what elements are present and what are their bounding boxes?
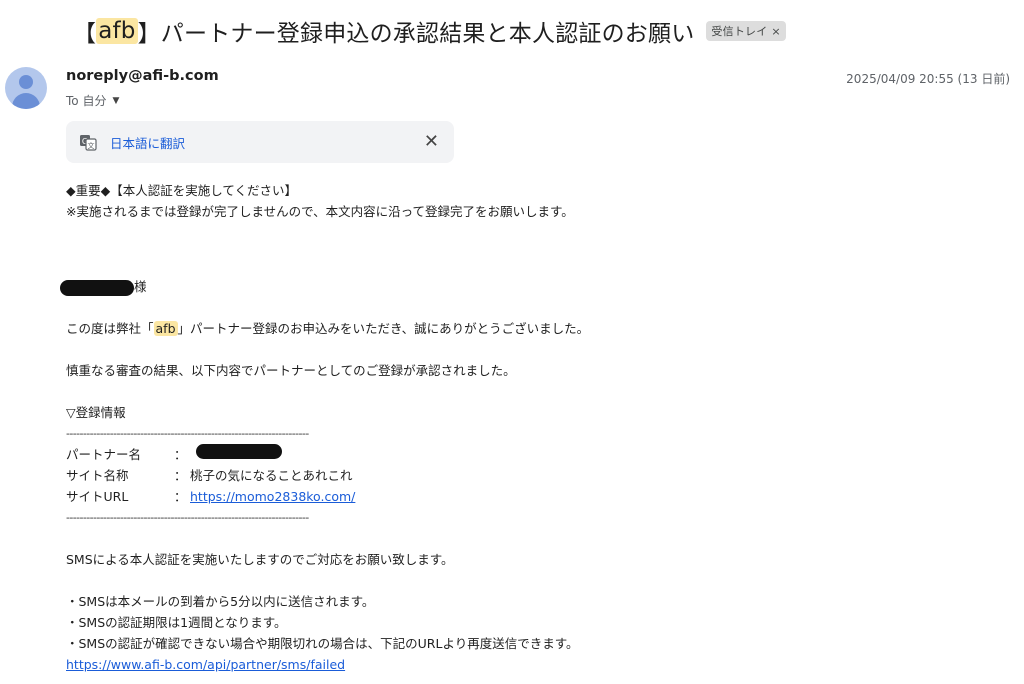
email-subject: 【afb 】パートナー登録申込の承認結果と本人認証のお願い 受信トレイ × — [73, 10, 786, 52]
avatar-body — [12, 93, 40, 109]
close-translate-button[interactable]: ✕ — [424, 132, 439, 152]
divider-bottom: ----------------------------------------… — [66, 511, 309, 524]
registration-header: ▽登録情報 — [66, 405, 126, 420]
notice-detail: ※実施されるまでは登録が完了しませんので、本文内容に沿って登録完了をお願いします… — [66, 204, 574, 219]
chevron-down-icon: ▼ — [112, 95, 120, 106]
divider-top: ----------------------------------------… — [66, 427, 309, 440]
important-notice: ◆重要◆【本人認証を実施してください】 — [66, 183, 297, 198]
greeting-suffix: 様 — [134, 279, 147, 294]
info-sep: ： — [174, 468, 187, 483]
sms-intro: SMSによる本人認証を実施いたしますのでご対応をお願い致します。 — [66, 552, 454, 567]
thanks-pre: この度は弊社「 — [66, 321, 154, 336]
email-date: 2025/04/09 20:55 (13 日前) — [846, 72, 1010, 86]
thanks-post: 」パートナー登録のお申込みをいただき、誠にありがとうございました。 — [177, 321, 590, 336]
thanks-highlight: afb — [153, 321, 178, 336]
bullet-item: ・SMSの認証期限は1週間となります。 — [66, 615, 287, 630]
recipient-label: To 自分 — [66, 94, 107, 108]
email-body: ◆重要◆【本人認証を実施してください】 ※実施されるまでは登録が完了しませんので… — [60, 180, 1006, 675]
site-url-link[interactable]: https://momo2838ko.com/ — [190, 486, 355, 507]
thanks-line: この度は弊社「 afb 」パートナー登録のお申込みをいただき、誠にありがとうございま… — [66, 318, 1006, 339]
remove-label-button[interactable]: × — [771, 25, 780, 38]
subject-text: 】パートナー登録申込の承認結果と本人認証のお願い — [137, 21, 695, 47]
info-row-site-url: サイトURL ： https://momo2838ko.com/ — [66, 486, 1006, 507]
avatar-head — [19, 75, 33, 89]
bullet-item: ・SMSは本メールの到着から5分以内に送信されます。 — [66, 594, 375, 609]
info-key: サイトURL — [66, 489, 129, 504]
info-sep: ： — [174, 489, 187, 504]
redacted-name — [60, 279, 134, 296]
svg-text:文: 文 — [88, 141, 95, 150]
translate-link[interactable]: 日本語に翻訳 — [110, 133, 185, 152]
greeting: 様 — [60, 276, 1006, 297]
subject-highlight: afb — [96, 18, 138, 44]
info-value: 桃子の気になることあれこれ — [190, 468, 353, 483]
info-sep: ： — [174, 447, 187, 462]
translate-bar: G 文 日本語に翻訳 ✕ — [66, 121, 454, 163]
translate-icon: G 文 — [79, 133, 97, 151]
info-key: サイト名称 — [66, 468, 129, 483]
subject-prefix: 【 — [73, 21, 97, 47]
sms-resend-link[interactable]: https://www.afi-b.com/api/partner/sms/fa… — [66, 657, 345, 672]
inbox-label-chip: 受信トレイ × — [706, 21, 786, 41]
approval-line: 慎重なる審査の結果、以下内容でパートナーとしてのご登録が承認されました。 — [66, 363, 516, 378]
recipient-details-toggle[interactable]: To 自分 ▼ — [66, 92, 119, 109]
sender-email[interactable]: noreply@afi-b.com — [66, 68, 219, 84]
info-key: パートナー名 — [66, 447, 142, 462]
sender-avatar[interactable] — [5, 67, 47, 109]
info-row-partner: パートナー名 ： — [66, 444, 1006, 465]
inbox-label-text: 受信トレイ — [711, 25, 768, 38]
redacted-partner-name — [196, 444, 282, 459]
bullet-item: ・SMSの認証が確認できない場合や期限切れの場合は、下記のURLより再度送信でき… — [66, 636, 579, 651]
info-row-site-name: サイト名称 ： 桃子の気になることあれこれ — [66, 465, 1006, 486]
